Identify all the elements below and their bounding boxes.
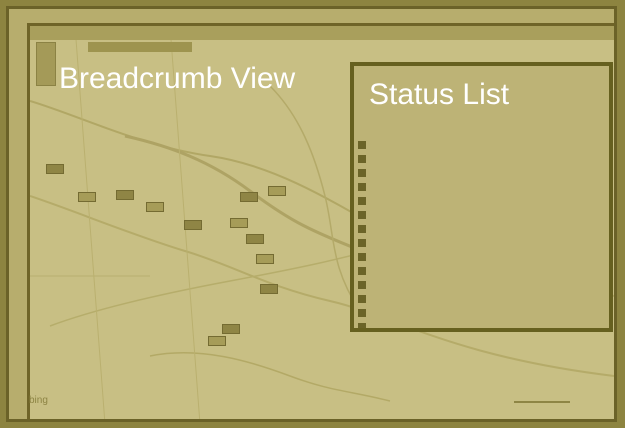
- breadcrumb-marker[interactable]: [222, 324, 240, 334]
- status-list-item[interactable]: [358, 294, 602, 306]
- breadcrumb-marker[interactable]: [256, 254, 274, 264]
- status-item-icon: [358, 323, 366, 328]
- status-item-icon: [358, 253, 366, 261]
- breadcrumb-view-heading: Breadcrumb View: [59, 62, 296, 95]
- status-list-item[interactable]: [358, 154, 602, 166]
- status-list-item[interactable]: [358, 252, 602, 264]
- status-list-item[interactable]: [358, 168, 602, 180]
- status-item-icon: [358, 183, 366, 191]
- outer-frame: Breadcrumb View Status List bing: [6, 6, 617, 422]
- breadcrumb-marker[interactable]: [184, 220, 202, 230]
- status-item-icon: [358, 267, 366, 275]
- status-item-icon: [358, 141, 366, 149]
- breadcrumb-marker[interactable]: [246, 234, 264, 244]
- status-list-item[interactable]: [358, 140, 602, 152]
- breadcrumb-marker[interactable]: [46, 164, 64, 174]
- status-list-heading: Status List: [369, 78, 510, 111]
- status-item-icon: [358, 197, 366, 205]
- breadcrumb-marker[interactable]: [230, 218, 248, 228]
- map-scale-bar: [514, 401, 570, 403]
- status-item-icon: [358, 225, 366, 233]
- breadcrumb-marker[interactable]: [268, 186, 286, 196]
- breadcrumb-marker[interactable]: [116, 190, 134, 200]
- status-item-icon: [358, 239, 366, 247]
- map-searchbar[interactable]: [88, 42, 192, 52]
- map-navigation-pad[interactable]: [36, 42, 56, 86]
- status-item-icon: [358, 155, 366, 163]
- status-list-item[interactable]: [358, 182, 602, 194]
- breadcrumb-marker[interactable]: [240, 192, 258, 202]
- status-item-icon: [358, 295, 366, 303]
- breadcrumb-marker[interactable]: [78, 192, 96, 202]
- status-list-item[interactable]: [358, 224, 602, 236]
- breadcrumb-marker[interactable]: [260, 284, 278, 294]
- breadcrumb-marker[interactable]: [208, 336, 226, 346]
- bing-logo: bing: [29, 395, 48, 406]
- status-item-icon: [358, 281, 366, 289]
- map-topbar: [30, 26, 614, 40]
- breadcrumb-marker[interactable]: [146, 202, 164, 212]
- status-list-item[interactable]: [358, 210, 602, 222]
- status-item-icon: [358, 309, 366, 317]
- status-list-item[interactable]: [358, 266, 602, 278]
- status-list-items: [358, 140, 602, 328]
- status-list-item[interactable]: [358, 308, 602, 320]
- status-list-item[interactable]: [358, 238, 602, 250]
- status-item-icon: [358, 169, 366, 177]
- status-list-item[interactable]: [358, 196, 602, 208]
- status-list-item[interactable]: [358, 280, 602, 292]
- status-item-icon: [358, 211, 366, 219]
- status-list-item[interactable]: [358, 322, 602, 328]
